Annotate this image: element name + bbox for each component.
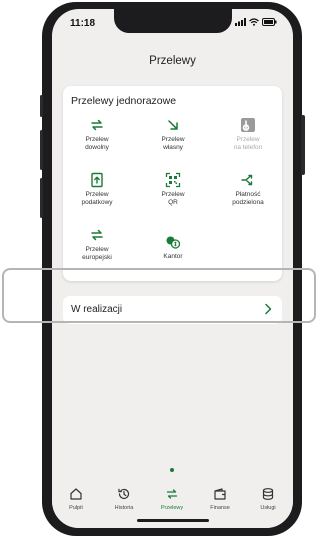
home-icon — [70, 488, 82, 500]
status-icons — [235, 18, 277, 26]
tile-label-line2: europejski — [82, 254, 112, 261]
services-icon — [262, 488, 274, 500]
blik-icon — [241, 118, 255, 132]
wallet-icon — [214, 488, 226, 500]
arrows-swap-icon — [91, 119, 103, 131]
currency-exchange-icon — [166, 236, 181, 249]
tile-label-line1: Przelew — [85, 136, 109, 143]
phone-side-button — [40, 95, 43, 117]
tile-label-line2: QR — [168, 199, 178, 206]
active-tab-indicator — [170, 468, 174, 472]
tile-label-line1: Przelew — [85, 246, 109, 253]
tab-uslugi[interactable]: Usługi — [244, 487, 292, 511]
split-payment-icon — [241, 174, 253, 186]
tile-label-line2: własny — [163, 144, 183, 151]
tile-przelew-podatkowy[interactable]: Przelew podatkowy — [67, 171, 127, 207]
tile-platnosc-podzielona[interactable]: Płatność podzielona — [218, 171, 278, 207]
phone-volume-up-button — [40, 130, 43, 170]
tile-label-line1: Przelew — [161, 136, 185, 143]
tile-przelew-na-telefon[interactable]: Przelew na telefon — [218, 116, 278, 152]
tab-label: Historia — [114, 505, 134, 511]
tab-label: Pulpit — [69, 505, 83, 511]
tile-label-line2: podatkowy — [81, 199, 113, 206]
card-title: Przelewy jednorazowe — [71, 95, 177, 107]
wifi-icon — [249, 18, 259, 26]
battery-icon — [262, 18, 277, 26]
tab-historia[interactable]: Historia — [100, 487, 148, 511]
tile-label-line1: Przelew — [236, 136, 260, 143]
tile-przelew-dowolny[interactable]: Przelew dowolny — [67, 116, 127, 152]
tile-kantor[interactable]: Kantor — [143, 233, 203, 261]
qr-code-icon — [165, 172, 181, 188]
tile-przelew-qr[interactable]: Przelew QR — [143, 171, 203, 207]
arrows-swap-icon — [91, 229, 103, 241]
status-time: 11:18 — [70, 18, 96, 29]
arrow-down-right-icon — [168, 120, 178, 130]
tile-label-line1: Przelew — [85, 191, 109, 198]
tab-label: Usługi — [260, 505, 276, 511]
tab-przelewy[interactable]: Przelewy — [148, 487, 196, 511]
tile-label-line2: dowolny — [85, 144, 109, 151]
tile-przelew-wlasny[interactable]: Przelew własny — [143, 116, 203, 152]
notch — [114, 9, 232, 33]
tab-label: Finanse — [210, 505, 230, 511]
tile-label-line1: Kantor — [163, 253, 183, 260]
transfers-icon — [166, 489, 178, 499]
tile-label-line2: na telefon — [233, 144, 263, 151]
phone-power-button — [301, 115, 305, 175]
signal-icon — [235, 18, 246, 26]
tile-label-line1: Przelew — [161, 191, 185, 198]
page-title: Przelewy — [149, 55, 196, 67]
tile-label-line1: Płatność — [235, 191, 261, 198]
phone-volume-down-button — [40, 178, 43, 218]
highlight-frame — [2, 268, 316, 323]
tab-label: Przelewy — [160, 505, 184, 511]
home-indicator — [137, 519, 209, 522]
tax-document-icon — [91, 172, 103, 188]
tab-finanse[interactable]: Finanse — [196, 487, 244, 511]
tab-pulpit[interactable]: Pulpit — [52, 487, 100, 511]
one-time-transfers-card: Przelewy jednorazowe Przelew dowolny Prze… — [63, 86, 282, 281]
history-icon — [118, 488, 130, 500]
tile-przelew-europejski[interactable]: Przelew europejski — [67, 226, 127, 262]
tile-label-line2: podzielona — [232, 199, 264, 206]
